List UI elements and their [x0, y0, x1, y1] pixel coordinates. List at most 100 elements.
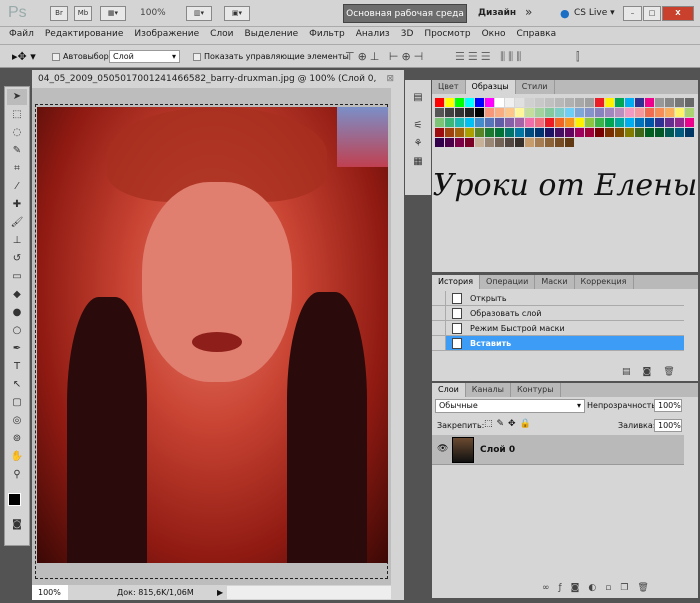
swatch[interactable] [585, 118, 594, 127]
swatch[interactable] [575, 108, 584, 117]
swatch[interactable] [625, 108, 634, 117]
zoom-level-dropdown[interactable]: 100% [140, 8, 166, 18]
mini-bridge-panel-icon[interactable]: ▤ [408, 90, 428, 106]
swatch[interactable] [505, 128, 514, 137]
swatch[interactable] [455, 108, 464, 117]
swatch[interactable] [635, 118, 644, 127]
vertical-scrollbar[interactable] [391, 88, 404, 585]
swatch[interactable] [475, 138, 484, 147]
minimize-button[interactable]: – [623, 6, 642, 21]
swatch[interactable] [585, 108, 594, 117]
shape-tool-icon[interactable]: ▢ [7, 395, 27, 411]
menu-window[interactable]: Окно [482, 27, 512, 44]
close-button[interactable]: X [662, 6, 694, 21]
swatch[interactable] [465, 118, 474, 127]
blend-mode-dropdown[interactable]: Обычные ▾ [435, 399, 585, 413]
design-workspace-button[interactable]: Дизайн [478, 8, 516, 18]
swatch[interactable] [585, 128, 594, 137]
swatch[interactable] [595, 128, 604, 137]
swatch[interactable] [525, 138, 534, 147]
swatch[interactable] [565, 108, 574, 117]
canvas-area[interactable] [32, 88, 404, 585]
swatch[interactable] [545, 128, 554, 137]
zoom-tool-icon[interactable]: ⚲ [7, 467, 27, 483]
menu-select[interactable]: Выделение [245, 27, 305, 44]
crop-tool-icon[interactable]: ⌗ [7, 161, 27, 177]
swatch[interactable] [555, 118, 564, 127]
swatch[interactable] [635, 108, 644, 117]
swatch[interactable] [475, 98, 484, 107]
extras-menu-button[interactable]: ▦▾ [100, 6, 126, 21]
tab-actions[interactable]: Операции [480, 275, 536, 289]
swatch[interactable] [645, 108, 654, 117]
workspace-button[interactable]: Основная рабочая среда [343, 4, 467, 23]
swatch[interactable] [615, 98, 624, 107]
visibility-eye-icon[interactable]: 👁 [437, 444, 448, 454]
swatch[interactable] [505, 108, 514, 117]
swatch[interactable] [665, 128, 674, 137]
swatch[interactable] [445, 128, 454, 137]
swatch[interactable] [455, 118, 464, 127]
tab-styles[interactable]: Стили [516, 80, 555, 94]
swatch[interactable] [685, 108, 694, 117]
more-workspaces-button[interactable]: » [525, 5, 532, 19]
swatch[interactable] [465, 98, 474, 107]
swatch[interactable] [565, 128, 574, 137]
swatch[interactable] [475, 108, 484, 117]
swatch[interactable] [625, 128, 634, 137]
swatch[interactable] [525, 98, 534, 107]
swatch[interactable] [675, 128, 684, 137]
swatch[interactable] [525, 118, 534, 127]
swatch[interactable] [575, 128, 584, 137]
type-tool-icon[interactable]: T [7, 359, 27, 375]
swatch[interactable] [485, 98, 494, 107]
menu-file[interactable]: Файл [9, 27, 40, 44]
swatch[interactable] [535, 138, 544, 147]
history-item[interactable]: Образовать слой [432, 306, 684, 321]
swatch[interactable] [455, 128, 464, 137]
swatch[interactable] [505, 138, 514, 147]
marquee-tool-icon[interactable]: ⬚ [7, 107, 27, 123]
swatch[interactable] [675, 108, 684, 117]
swatch[interactable] [515, 118, 524, 127]
swatch[interactable] [575, 118, 584, 127]
eraser-tool-icon[interactable]: ▭ [7, 269, 27, 285]
dodge-tool-icon[interactable]: ○ [7, 323, 27, 339]
clone-stamp-tool-icon[interactable]: ⊥ [7, 233, 27, 249]
menu-layers[interactable]: Слои [210, 27, 239, 44]
swatch[interactable] [605, 108, 614, 117]
swatch[interactable] [515, 108, 524, 117]
cs-live-button[interactable]: CS Live ▾ [574, 8, 615, 18]
swatch[interactable] [535, 118, 544, 127]
layer-row[interactable]: 👁 Слой 0 [432, 435, 684, 465]
tab-history[interactable]: История [432, 275, 481, 289]
swatch[interactable] [435, 98, 444, 107]
menu-view[interactable]: Просмотр [424, 27, 476, 44]
blur-tool-icon[interactable]: ● [7, 305, 27, 321]
auto-align-button[interactable]: ⫿ [576, 50, 580, 64]
history-brush-tool-icon[interactable]: ↺ [7, 251, 27, 267]
swatch[interactable] [615, 118, 624, 127]
tab-layers[interactable]: Слои [432, 383, 466, 397]
swatch[interactable] [495, 108, 504, 117]
history-panel-footer-buttons[interactable]: ▤◙🗑 [622, 367, 687, 377]
tab-channels[interactable]: Каналы [466, 383, 511, 397]
quick-selection-tool-icon[interactable]: ✎ [7, 143, 27, 159]
swatch[interactable] [535, 98, 544, 107]
swatch[interactable] [565, 138, 574, 147]
swatch[interactable] [605, 118, 614, 127]
swatch[interactable] [655, 118, 664, 127]
autoselect-dropdown[interactable]: Слой ▾ [109, 50, 180, 63]
swatch[interactable] [665, 118, 674, 127]
move-tool-preset-picker[interactable]: ▸✥ ▾ [12, 50, 36, 63]
3d-orbit-tool-icon[interactable]: ⊚ [7, 431, 27, 447]
swatch[interactable] [615, 108, 624, 117]
swatch[interactable] [545, 108, 554, 117]
tab-color[interactable]: Цвет [432, 80, 466, 94]
layers-panel-footer-buttons[interactable]: ∞ƒ◙◐▫❐🗑 [542, 583, 658, 593]
eyedropper-tool-icon[interactable]: ⁄ [7, 179, 27, 195]
swatch[interactable] [605, 128, 614, 137]
swatch[interactable] [675, 98, 684, 107]
close-document-icon[interactable]: ⊠ [386, 70, 394, 88]
tab-paths[interactable]: Контуры [511, 383, 561, 397]
